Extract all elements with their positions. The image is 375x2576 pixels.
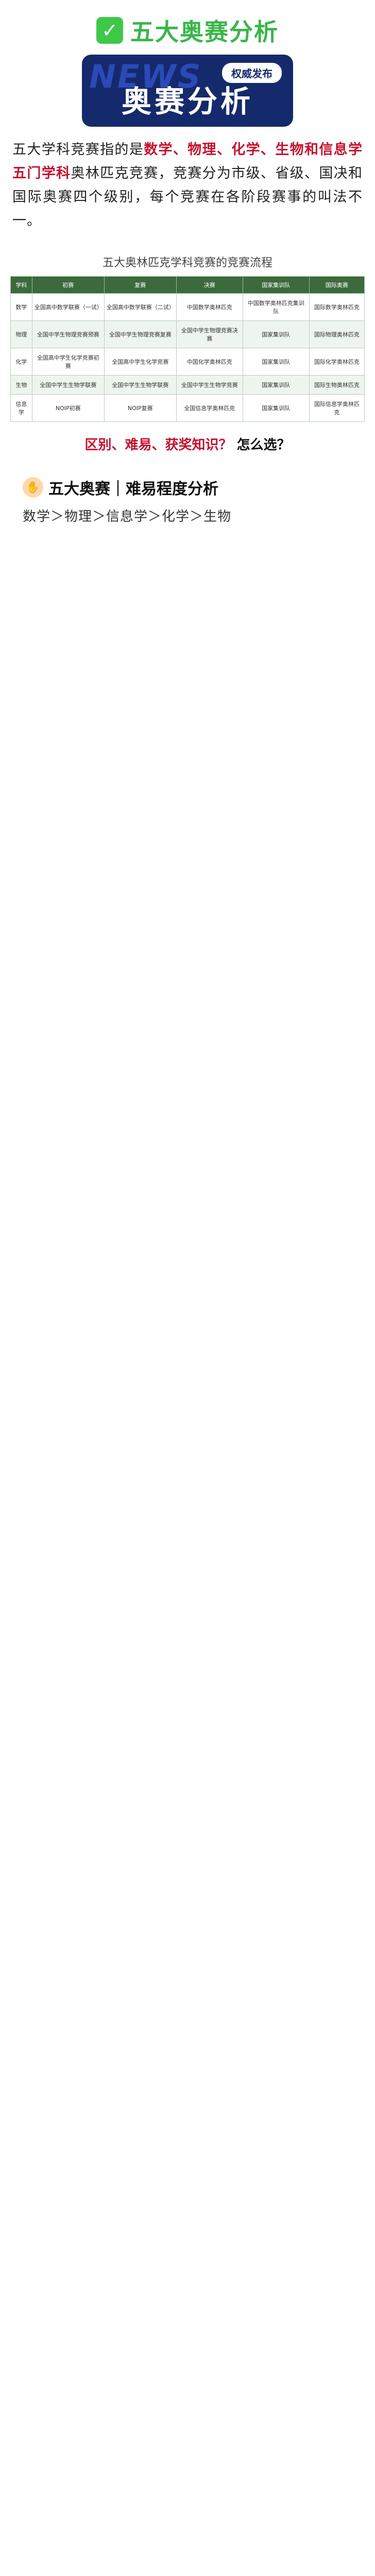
page-title: 五大奥赛分析 — [130, 18, 279, 46]
table-row: 信息学 NOIP初赛 NOIP复赛 全国信息学奥林匹克 国家集训队 国际信息学奥… — [10, 394, 365, 422]
table-header: 国际奥赛 — [309, 276, 365, 294]
news-banner: NEWS 权威发布 奥赛分析 — [82, 55, 293, 127]
difficulty-section: ✋ 五大奥赛｜难易程度分析 数学＞物理＞信息学＞化学＞生物 — [0, 459, 375, 530]
banner-title: 奥赛分析 — [121, 84, 253, 119]
table-title: 五大奥林匹克学科竞赛的竞赛流程 — [102, 257, 272, 269]
table-cell: 全国高中学生化学竞赛 — [104, 348, 177, 376]
table-cell: 生物 — [10, 375, 32, 395]
table-row: 数学 全国高中数学联赛（一试） 全国高中数学联赛（二试） 中国数学奥林匹克 中国… — [10, 293, 365, 321]
table-cell: 全国中学生生物学联赛 — [31, 375, 105, 395]
summary-heading-b: 怎么选？ — [236, 437, 291, 453]
table-cell: 国家集训队 — [242, 320, 310, 348]
intro-paragraph: 五大学科竞赛指的是数学、物理、化学、生物和信息学五门学科奥林匹克竞赛，竞赛分为市… — [0, 127, 375, 238]
table-header: 复赛 — [104, 276, 177, 294]
table-cell: NOIP初赛 — [31, 394, 105, 422]
table-cell: 中国化学奥林匹克 — [176, 348, 243, 376]
check-icon: ✓ — [96, 17, 123, 44]
table-cell: 物理 — [10, 320, 32, 348]
intro-text-a: 五大学科竞赛指的是 — [12, 142, 144, 158]
table-cell: 全国中学生物理竞赛预赛 — [31, 320, 105, 348]
table-cell: 国际化学奥林匹克 — [309, 348, 365, 376]
table-header: 决赛 — [176, 276, 243, 294]
summary-heading-a: 区别、难易、获奖知识？ — [84, 437, 232, 453]
table-cell: NOIP复赛 — [104, 394, 177, 422]
table-row: 化学 全国高中学生化学竞赛初赛 全国高中学生化学竞赛 中国化学奥林匹克 国家集训… — [10, 348, 365, 376]
table-cell: 数学 — [10, 293, 32, 321]
table-header: 国家集训队 — [242, 276, 310, 294]
raised-hand-icon: ✋ — [23, 477, 43, 498]
table-cell: 国家集训队 — [242, 394, 310, 422]
table-cell: 国际生物奥林匹克 — [309, 375, 365, 395]
header: ✓ 五大奥赛分析 — [0, 0, 375, 55]
table-cell: 国际数学奥林匹克 — [309, 293, 365, 321]
summary-heading: 区别、难易、获奖知识？ 怎么选？ — [0, 434, 375, 453]
table-cell: 国家集训队 — [242, 348, 310, 376]
table-cell: 全国中学生生物学联赛 — [104, 375, 177, 395]
table-cell: 全国中学生物理竞赛决赛 — [176, 320, 243, 348]
table-cell: 中国数学奥林匹克 — [176, 293, 243, 321]
section-title: ✋ 五大奥赛｜难易程度分析 — [23, 476, 352, 499]
table-cell: 中国数学奥林匹克集训队 — [242, 293, 310, 321]
table-cell: 全国高中数学联赛（二试） — [104, 293, 177, 321]
table-row: 物理 全国中学生物理竞赛预赛 全国中学生物理竞赛复赛 全国中学生物理竞赛决赛 国… — [10, 320, 365, 348]
table-header-row: 学科 初赛 复赛 决赛 国家集训队 国际奥赛 — [10, 276, 365, 294]
table-cell: 全国信息学奥林匹克 — [176, 394, 243, 422]
table-cell: 全国中学生物理竞赛复赛 — [104, 320, 177, 348]
table-row: 生物 全国中学生生物学联赛 全国中学生生物学联赛 全国中学生生物学竞赛 国家集训… — [10, 375, 365, 395]
page: ✓ 五大奥赛分析 NEWS 权威发布 奥赛分析 五大学科竞赛指的是数学、物理、化… — [0, 0, 375, 546]
table-cell: 国际物理奥林匹克 — [309, 320, 365, 348]
table-cell: 国家集训队 — [242, 375, 310, 395]
table-cell: 全国高中学生化学竞赛初赛 — [31, 348, 105, 376]
section-title-text: 五大奥赛｜难易程度分析 — [48, 480, 218, 498]
table-cell: 全国中学生生物学竞赛 — [176, 375, 243, 395]
difficulty-ranking: 数学＞物理＞信息学＞化学＞生物 — [23, 509, 232, 524]
competition-table: 学科 初赛 复赛 决赛 国家集训队 国际奥赛 数学 全国高中数学联赛（一试） 全… — [10, 276, 365, 422]
table-cell: 化学 — [10, 348, 32, 376]
table-cell: 信息学 — [10, 394, 32, 422]
table-header: 初赛 — [31, 276, 105, 294]
table-cell: 全国高中数学联赛（一试） — [31, 293, 105, 321]
table-header: 学科 — [10, 276, 32, 294]
table-cell: 国际信息学奥林匹克 — [309, 394, 365, 422]
